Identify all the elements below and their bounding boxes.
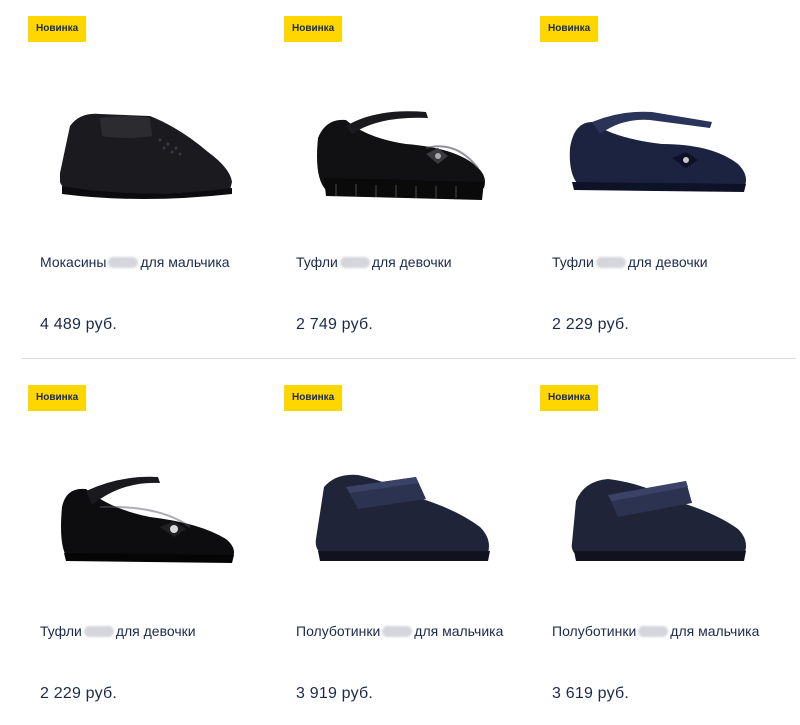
product-card[interactable]: Новинка Полуботинки для мальчика 3 619 ру… bbox=[534, 385, 779, 725]
mary-jane-shoe-icon bbox=[317, 111, 485, 200]
product-title-part: для мальчика bbox=[670, 623, 760, 639]
product-price: 2 229 руб. bbox=[552, 316, 629, 333]
new-badge: Новинка bbox=[284, 16, 343, 42]
product-title-part: Туфли bbox=[552, 254, 594, 270]
new-badge: Новинка bbox=[540, 385, 599, 411]
product-image-loafer[interactable] bbox=[40, 78, 252, 210]
product-title-part: Полуботинки bbox=[296, 623, 381, 639]
product-title[interactable]: Мокасины для мальчика bbox=[40, 254, 255, 271]
product-title-part: Туфли bbox=[296, 254, 338, 270]
product-image-mary-jane-bow[interactable] bbox=[296, 78, 508, 210]
product-price: 3 619 руб. bbox=[552, 685, 629, 702]
blurred-brand bbox=[108, 257, 139, 268]
product-title[interactable]: Туфли для девочки bbox=[40, 623, 255, 640]
product-title[interactable]: Туфли для девочки bbox=[552, 254, 767, 271]
product-title-part: Мокасины bbox=[40, 254, 107, 270]
product-title-part: для мальчика bbox=[414, 623, 504, 639]
product-price: 3 919 руб. bbox=[296, 685, 373, 702]
product-image-mary-jane-flower[interactable] bbox=[40, 447, 252, 579]
product-price: 2 229 руб. bbox=[40, 685, 117, 702]
product-title-part: Туфли bbox=[40, 623, 82, 639]
product-image-mary-jane-navy[interactable] bbox=[552, 78, 764, 210]
product-price: 2 749 руб. bbox=[296, 316, 373, 333]
product-card[interactable]: Новинка Полуботинки для мальчика 3 919 ру… bbox=[278, 385, 523, 725]
product-card[interactable]: Новинка Мокасины для мальчика 4 489 руб. bbox=[22, 16, 267, 356]
product-card[interactable]: Новинка Туфли для девочки 2 229 руб. bbox=[534, 16, 779, 356]
new-badge: Новинка bbox=[540, 16, 599, 42]
product-image-velcro-shoe-2[interactable] bbox=[552, 447, 764, 579]
product-card[interactable]: Новинка Туфли для девочки 2 749 руб. bbox=[278, 16, 523, 356]
blurred-brand bbox=[382, 626, 413, 637]
blurred-brand bbox=[339, 257, 370, 268]
row-divider bbox=[22, 358, 796, 359]
blurred-brand bbox=[638, 626, 669, 637]
product-title-part: Полуботинки bbox=[552, 623, 637, 639]
product-card[interactable]: Новинка Туфли для девочки 2 229 руб. bbox=[22, 385, 267, 725]
new-badge: Новинка bbox=[284, 385, 343, 411]
new-badge: Новинка bbox=[28, 16, 87, 42]
product-title-part: для мальчика bbox=[140, 254, 230, 270]
product-price: 4 489 руб. bbox=[40, 316, 117, 333]
product-title[interactable]: Туфли для девочки bbox=[296, 254, 511, 271]
product-title[interactable]: Полуботинки для мальчика bbox=[552, 623, 767, 640]
product-image-velcro-shoe[interactable] bbox=[296, 447, 508, 579]
velcro-shoe-icon bbox=[571, 479, 746, 561]
product-title-part: для девочки bbox=[371, 254, 452, 270]
product-title-part: для девочки bbox=[115, 623, 196, 639]
blurred-brand bbox=[83, 626, 114, 637]
blurred-brand bbox=[595, 257, 626, 268]
product-title-part: для девочки bbox=[627, 254, 708, 270]
velcro-shoe-icon bbox=[315, 474, 490, 561]
loafer-icon bbox=[60, 113, 232, 199]
new-badge: Новинка bbox=[28, 385, 87, 411]
mary-jane-shoe-icon bbox=[569, 111, 746, 192]
product-title[interactable]: Полуботинки для мальчика bbox=[296, 623, 511, 640]
mary-jane-shoe-icon bbox=[61, 476, 234, 563]
